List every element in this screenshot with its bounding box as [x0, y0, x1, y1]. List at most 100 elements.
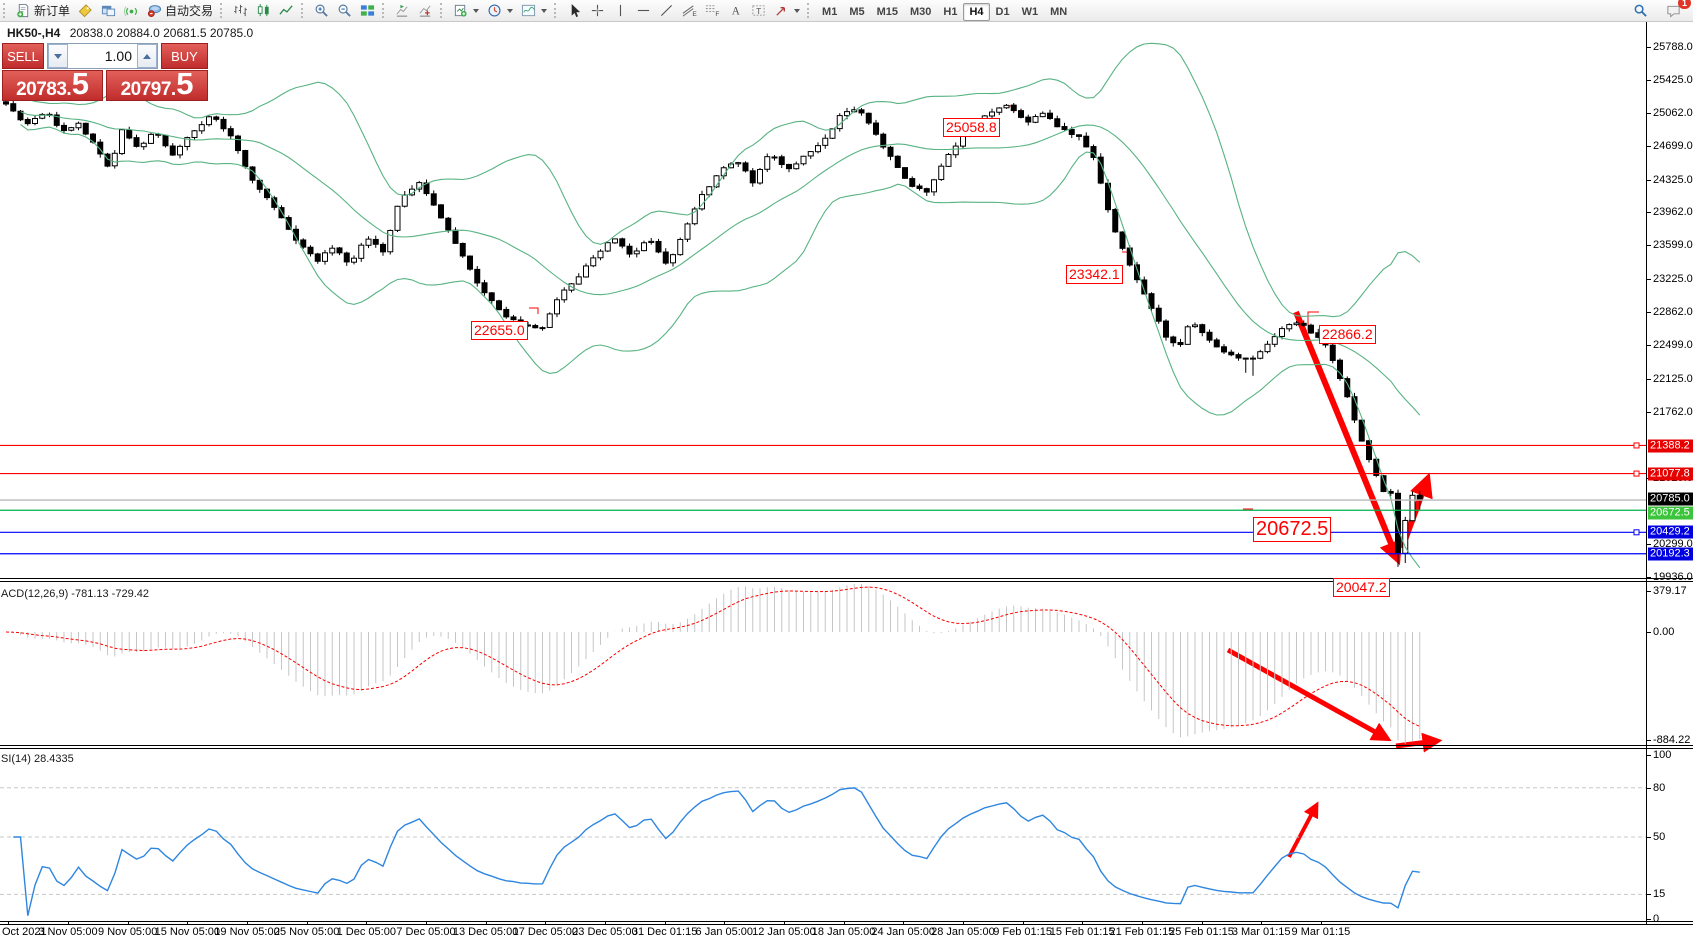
new-order-button[interactable]: 新订单 [12, 0, 74, 21]
tile-windows-button[interactable] [356, 0, 379, 21]
time-axis-tick [1142, 921, 1143, 925]
trendline-tool-button[interactable] [655, 0, 678, 21]
price-axis-tick [1647, 379, 1651, 380]
buy-price-button[interactable]: 20797.5 [106, 70, 208, 101]
timeframe-button-w1[interactable]: W1 [1016, 3, 1045, 21]
price-annotation-label[interactable]: 20047.2 [1333, 578, 1390, 597]
timeframe-button-m1[interactable]: M1 [816, 3, 843, 21]
volume-decrease-button[interactable] [48, 44, 68, 68]
toolbar-grip[interactable] [807, 3, 812, 18]
bar-chart-mode-button[interactable] [229, 0, 252, 21]
zoom-in-button[interactable] [310, 0, 333, 21]
price-axis-tick-label: 22125.0 [1653, 373, 1693, 385]
zoom-in-icon [314, 3, 329, 18]
pane-separator[interactable] [0, 748, 1693, 749]
templates-button[interactable] [517, 0, 551, 21]
signals-button[interactable] [120, 0, 143, 21]
price-axis-tick-label: 24325.0 [1653, 174, 1693, 186]
chat-button[interactable]: 1 [1662, 0, 1685, 21]
chart-area[interactable]: HK50-,H4 20838.0 20884.0 20681.5 20785.0… [0, 22, 1693, 943]
timeframe-button-d1[interactable]: D1 [990, 3, 1016, 21]
toolbar-grip[interactable] [301, 3, 306, 18]
crosshair-tool-button[interactable] [586, 0, 609, 21]
price-axis-tag: 20192.3 [1648, 547, 1693, 560]
timeframe-button-m30[interactable]: M30 [904, 3, 937, 21]
volume-increase-button[interactable] [137, 44, 157, 68]
search-button[interactable] [1629, 0, 1652, 21]
toolbar-grip[interactable] [382, 3, 387, 18]
styler-button[interactable] [74, 0, 97, 21]
shapes-tool-button[interactable] [770, 0, 804, 21]
time-axis-tick [426, 921, 427, 925]
pane-separator[interactable] [0, 578, 1693, 579]
price-axis-tick-label: 23962.0 [1653, 206, 1693, 218]
sell-button[interactable]: SELL [2, 43, 44, 69]
auto-scroll-button[interactable] [391, 0, 414, 21]
toolbar-grip[interactable] [3, 3, 8, 18]
price-annotation-label[interactable]: 22866.2 [1319, 325, 1376, 344]
buy-price-main: 20797 [121, 80, 171, 99]
rsi-pane-canvas[interactable] [0, 749, 1646, 921]
time-axis-tick [128, 921, 129, 925]
macd-pane-canvas[interactable] [0, 582, 1646, 745]
auto-trading-button[interactable]: 自动交易 [143, 0, 217, 21]
time-axis-label: 31 Dec 01:15 [632, 926, 697, 938]
rsi-axis-label: 15 [1653, 888, 1665, 900]
time-axis-label: 15 Nov 05:00 [155, 926, 220, 938]
macd-axis-label: 0.00 [1653, 626, 1674, 638]
time-axis-tick [1202, 921, 1203, 925]
sell-price-button[interactable]: 20783.5 [2, 70, 103, 101]
zoom-out-button[interactable] [333, 0, 356, 21]
text-label-tool-button[interactable]: T [747, 0, 770, 21]
timeframe-button-h4[interactable]: H4 [963, 3, 989, 21]
timeframe-button-mn[interactable]: MN [1044, 3, 1073, 21]
time-axis-tick [68, 921, 69, 925]
price-annotation-label[interactable]: 20672.5 [1253, 517, 1331, 542]
equidistant-channel-button[interactable]: E [678, 0, 701, 21]
rsi-axis-tick [1647, 788, 1651, 789]
macd-indicator-label: ACD(12,26,9) -781.13 -729.42 [1, 588, 149, 600]
line-chart-mode-button[interactable] [275, 0, 298, 21]
timeframe-button-h1[interactable]: H1 [937, 3, 963, 21]
main-toolbar: 新订单 自动交易 E F A T M1M5M [0, 0, 1693, 22]
price-axis-tick [1647, 212, 1651, 213]
rsi-axis-tick [1647, 755, 1651, 756]
rsi-axis-label: 0 [1653, 913, 1659, 925]
price-chart-canvas[interactable] [0, 22, 1646, 578]
toolbar-grip[interactable] [440, 3, 445, 18]
periods-button[interactable] [483, 0, 517, 21]
tag-icon [78, 3, 93, 18]
chart-shift-button[interactable] [414, 0, 437, 21]
new-chart-button[interactable] [449, 0, 483, 21]
vertical-line-tool-button[interactable] [609, 0, 632, 21]
one-click-trading-panel: SELL BUY 20783.5 20797.5 [2, 43, 208, 101]
fibonacci-icon: F [705, 3, 720, 18]
time-axis-tick [784, 921, 785, 925]
rsi-axis-label: 100 [1653, 749, 1671, 761]
price-axis-tick-label: 25788.0 [1653, 41, 1693, 53]
timeframe-button-m15[interactable]: M15 [871, 3, 904, 21]
time-axis-label: 25 Feb 01:15 [1169, 926, 1234, 938]
price-axis-tick-label: 24699.0 [1653, 140, 1693, 152]
market-window-icon [101, 3, 116, 18]
toolbar-grip[interactable] [220, 3, 225, 18]
volume-input[interactable] [68, 44, 137, 68]
timeframe-button-m5[interactable]: M5 [843, 3, 870, 21]
toolbar-grip[interactable] [554, 3, 559, 18]
price-annotation-label[interactable]: 25058.8 [943, 118, 1000, 137]
pane-separator[interactable] [0, 745, 1693, 746]
chart-bottom-border [0, 921, 1693, 922]
candlestick-mode-button[interactable] [252, 0, 275, 21]
price-annotation-label[interactable]: 22655.0 [471, 321, 528, 340]
macd-axis-label: 379.17 [1653, 585, 1687, 597]
market-watch-button[interactable] [97, 0, 120, 21]
pane-separator[interactable] [0, 581, 1693, 582]
horizontal-line-tool-button[interactable] [632, 0, 655, 21]
text-tool-button[interactable]: A [724, 0, 747, 21]
cursor-tool-button[interactable] [563, 0, 586, 21]
time-axis-label: 3 Mar 01:15 [1232, 926, 1291, 938]
price-annotation-label[interactable]: 23342.1 [1066, 265, 1123, 284]
time-axis-tick [545, 921, 546, 925]
time-axis-tick [1082, 921, 1083, 925]
fibonacci-tool-button[interactable]: F [701, 0, 724, 21]
